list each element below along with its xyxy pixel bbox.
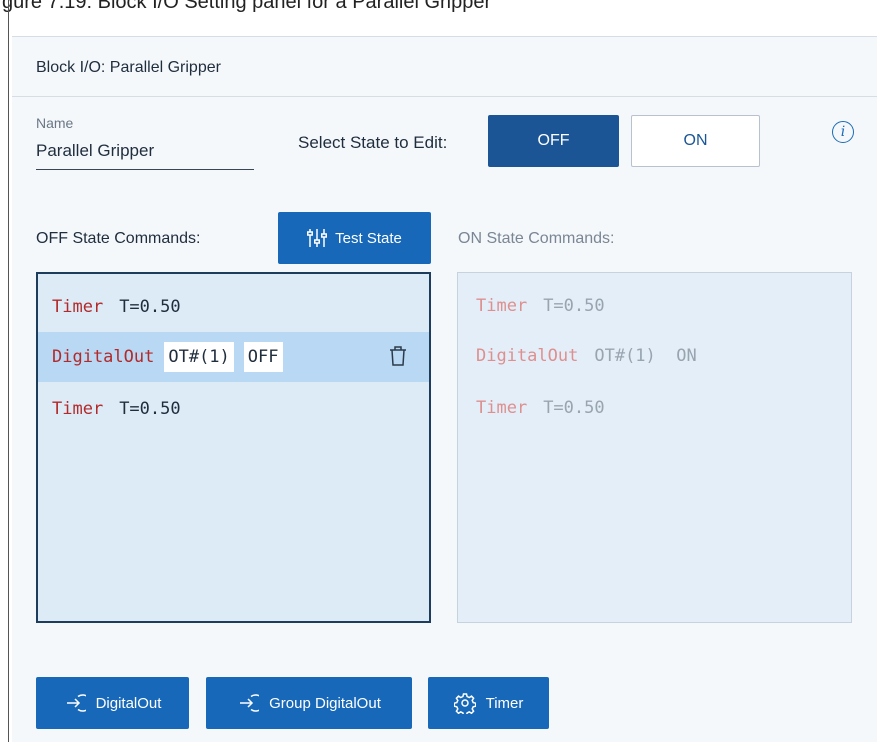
panel-title: Block I/O: Parallel Gripper (36, 59, 221, 76)
off-state-command-list[interactable]: Timer T=0.50 DigitalOut OT#(1) OFF Timer… (36, 272, 431, 623)
command-param: T=0.50 (543, 296, 605, 316)
command-row: DigitalOut OT#(1) ON (458, 331, 851, 381)
test-state-button[interactable]: Test State (278, 212, 431, 264)
command-row[interactable]: Timer T=0.50 (38, 384, 429, 434)
command-keyword: DigitalOut (476, 346, 579, 366)
figure-caption: gure 7.19: Block I/O Setting panel for a… (2, 0, 492, 13)
command-keyword: Timer (476, 398, 528, 418)
command-param: T=0.50 (119, 399, 181, 419)
on-state-commands-label: ON State Commands: (458, 230, 615, 247)
command-keyword: Timer (52, 297, 104, 317)
command-row[interactable]: Timer T=0.50 (38, 282, 429, 332)
command-keyword: DigitalOut (52, 347, 155, 367)
arrow-in-circle-icon (66, 694, 86, 712)
gear-icon (453, 693, 476, 714)
select-state-label: Select State to Edit: (298, 133, 448, 152)
block-io-panel: Block I/O: Parallel Gripper Name Paralle… (12, 36, 877, 742)
off-state-commands-label: OFF State Commands: (36, 230, 201, 247)
add-group-digitalout-label: Group DigitalOut (269, 694, 381, 712)
command-row-selected[interactable]: DigitalOut OT#(1) OFF (38, 332, 429, 382)
name-label: Name (36, 115, 74, 131)
command-row: Timer T=0.50 (458, 383, 851, 433)
state-on-button[interactable]: ON (631, 115, 760, 167)
arrow-in-circle-icon (240, 694, 260, 712)
sliders-icon (307, 229, 328, 247)
panel-header: Block I/O: Parallel Gripper (12, 37, 877, 97)
value-chip[interactable]: OFF (243, 342, 283, 372)
output-chip[interactable]: OT#(1) (164, 342, 234, 372)
name-field-underline (36, 169, 254, 170)
add-digitalout-label: DigitalOut (95, 694, 162, 712)
name-field[interactable]: Parallel Gripper (36, 141, 154, 161)
command-row: Timer T=0.50 (458, 281, 851, 331)
command-param: T=0.50 (543, 398, 605, 418)
divider (8, 0, 9, 742)
command-keyword: Timer (476, 296, 528, 316)
on-state-command-list: Timer T=0.50 DigitalOut OT#(1) ON Timer … (457, 272, 852, 623)
add-group-digitalout-button[interactable]: Group DigitalOut (206, 677, 412, 729)
add-timer-button[interactable]: Timer (428, 677, 549, 729)
add-digitalout-button[interactable]: DigitalOut (36, 677, 189, 729)
command-keyword: Timer (52, 399, 104, 419)
info-icon[interactable]: i (832, 121, 854, 143)
trash-icon[interactable] (389, 345, 407, 367)
state-off-button[interactable]: OFF (488, 115, 619, 167)
test-state-label: Test State (335, 229, 402, 247)
command-param: OT#(1) ON (594, 346, 697, 366)
command-param: T=0.50 (119, 297, 181, 317)
add-timer-label: Timer (485, 694, 524, 712)
